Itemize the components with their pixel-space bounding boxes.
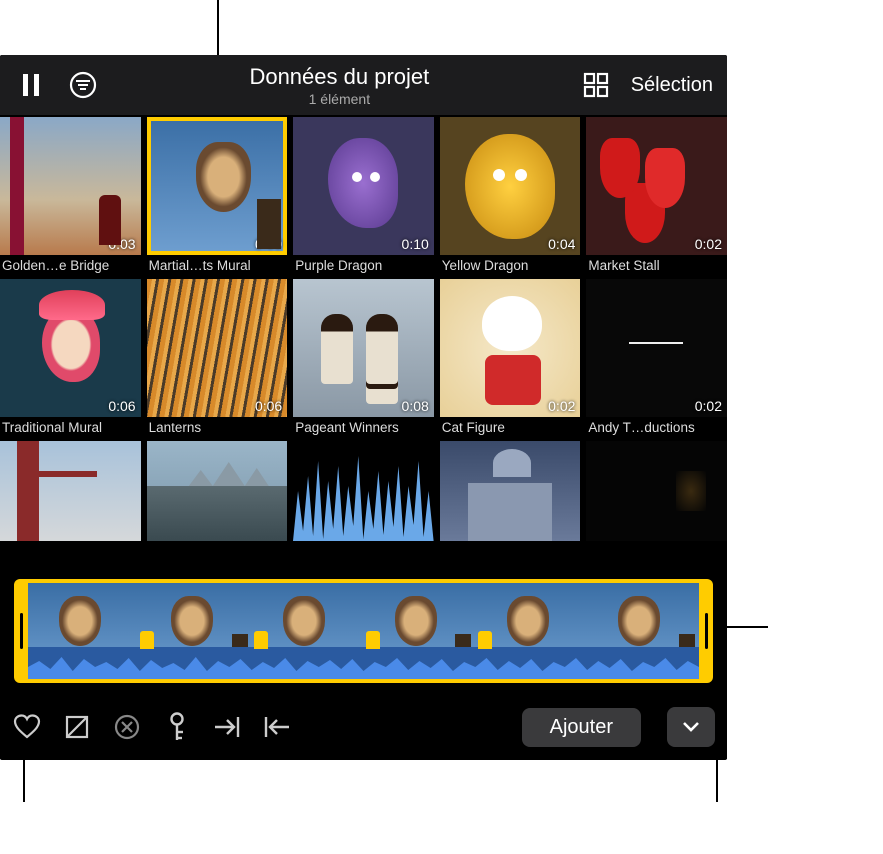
clip-item[interactable]: 0:02 Market Stall bbox=[586, 117, 727, 273]
top-bar: Données du projet 1 élément Sélection bbox=[0, 55, 727, 115]
clip-thumbnail[interactable] bbox=[147, 441, 288, 541]
keyframe-marker[interactable] bbox=[478, 631, 492, 649]
range-in-icon[interactable] bbox=[212, 712, 242, 742]
clip-label: Martial…ts Mural bbox=[147, 255, 288, 273]
clip-label: Market Stall bbox=[586, 255, 727, 273]
clip-label: Traditional Mural bbox=[0, 417, 141, 435]
clip-thumbnail[interactable]: 0:02 bbox=[586, 117, 727, 255]
clip-item[interactable] bbox=[440, 441, 581, 541]
clip-item[interactable]: 0:04 Yellow Dragon bbox=[440, 117, 581, 273]
top-bar-left bbox=[14, 68, 100, 102]
favorite-icon[interactable] bbox=[12, 712, 42, 742]
project-subtitle: 1 élément bbox=[100, 91, 579, 107]
add-options-button[interactable] bbox=[667, 707, 715, 747]
clip-thumbnail[interactable] bbox=[440, 441, 581, 541]
clip-thumbnail[interactable]: 0:02 bbox=[586, 279, 727, 417]
clip-item[interactable]: 0:08 Pageant Winners bbox=[293, 279, 434, 435]
callout-line-bottom-left bbox=[23, 756, 25, 802]
clip-thumbnail[interactable] bbox=[293, 441, 434, 541]
clip-duration: 0:04 bbox=[548, 236, 575, 252]
clip-duration: 0:08 bbox=[402, 398, 429, 414]
clip-item[interactable] bbox=[586, 441, 727, 541]
add-button[interactable]: Ajouter bbox=[522, 708, 641, 747]
clip-item[interactable]: 0:02 Andy T…ductions bbox=[586, 279, 727, 435]
select-button[interactable]: Sélection bbox=[631, 74, 713, 97]
clip-thumbnail[interactable]: 0:03 bbox=[0, 117, 141, 255]
keyword-icon[interactable] bbox=[162, 712, 192, 742]
keyframe-marker[interactable] bbox=[366, 631, 380, 649]
clip-label: Golden…e Bridge bbox=[0, 255, 141, 273]
clip-item[interactable]: 0:03 Golden…e Bridge bbox=[0, 117, 141, 273]
clip-item[interactable]: 0:09 Martial…ts Mural bbox=[147, 117, 288, 273]
range-out-icon[interactable] bbox=[262, 712, 292, 742]
callout-line-top bbox=[217, 0, 219, 55]
clip-thumbnail[interactable]: 0:06 bbox=[0, 279, 141, 417]
clip-duration: 0:09 bbox=[255, 236, 282, 252]
clip-item[interactable]: 0:06 Lanterns bbox=[147, 279, 288, 435]
clip-label: Purple Dragon bbox=[293, 255, 434, 273]
clip-duration: 0:03 bbox=[108, 236, 135, 252]
clip-duration: 0:02 bbox=[548, 398, 575, 414]
keyframe-marker[interactable] bbox=[254, 631, 268, 649]
app-window: Données du projet 1 élément Sélection 0:… bbox=[0, 55, 727, 760]
clip-thumbnail[interactable]: 0:04 bbox=[440, 117, 581, 255]
clip-duration: 0:06 bbox=[255, 398, 282, 414]
clip-item[interactable]: 0:10 Purple Dragon bbox=[293, 117, 434, 273]
clip-label: Yellow Dragon bbox=[440, 255, 581, 273]
clip-label: Andy T…ductions bbox=[586, 417, 727, 435]
audio-waveform bbox=[28, 647, 699, 679]
clip-label: Cat Figure bbox=[440, 417, 581, 435]
top-bar-right: Sélection bbox=[579, 68, 713, 102]
grid-icon[interactable] bbox=[579, 68, 613, 102]
clip-duration: 0:10 bbox=[402, 236, 429, 252]
filmstrip bbox=[14, 579, 713, 683]
clip-thumbnail[interactable]: 0:10 bbox=[293, 117, 434, 255]
clip-label: Pageant Winners bbox=[293, 417, 434, 435]
project-title: Données du projet bbox=[100, 64, 579, 90]
trim-handle-left[interactable] bbox=[14, 579, 28, 683]
clip-thumbnail[interactable]: 0:02 bbox=[440, 279, 581, 417]
clip-item[interactable] bbox=[293, 441, 434, 541]
pause-icon[interactable] bbox=[14, 68, 48, 102]
clip-thumbnail[interactable] bbox=[586, 441, 727, 541]
callout-line-bottom-right bbox=[716, 756, 718, 802]
clip-duration: 0:02 bbox=[695, 236, 722, 252]
filmstrip-frames[interactable] bbox=[28, 579, 699, 683]
clip-item[interactable] bbox=[147, 441, 288, 541]
clip-item[interactable]: 0:06 Traditional Mural bbox=[0, 279, 141, 435]
clip-duration: 0:02 bbox=[695, 398, 722, 414]
clip-label: Lanterns bbox=[147, 417, 288, 435]
clip-item[interactable]: 0:02 Cat Figure bbox=[440, 279, 581, 435]
trim-handle-right[interactable] bbox=[699, 579, 713, 683]
top-bar-center: Données du projet 1 élément bbox=[100, 64, 579, 107]
clip-thumbnail[interactable]: 0:08 bbox=[293, 279, 434, 417]
clip-thumbnail[interactable]: 0:06 bbox=[147, 279, 288, 417]
keyframe-marker[interactable] bbox=[140, 631, 154, 649]
media-grid: 0:03Golden…e Bridge0:09Martial…ts Mural0… bbox=[0, 117, 727, 541]
clip-thumbnail[interactable] bbox=[0, 441, 141, 541]
bottom-toolbar: Ajouter bbox=[0, 695, 727, 759]
filter-icon[interactable] bbox=[66, 68, 100, 102]
clip-duration: 0:06 bbox=[108, 398, 135, 414]
clip-thumbnail[interactable]: 0:09 bbox=[147, 117, 288, 255]
clear-icon[interactable] bbox=[112, 712, 142, 742]
clip-item[interactable] bbox=[0, 441, 141, 541]
reject-icon[interactable] bbox=[62, 712, 92, 742]
